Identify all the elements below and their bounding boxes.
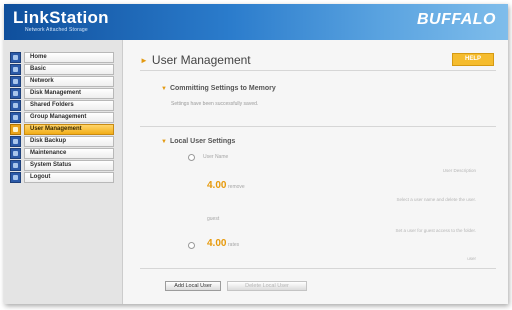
sidebar-item-label: Home (24, 52, 114, 63)
delete-local-user-button[interactable]: Delete Local User (227, 281, 307, 291)
sidebar-item-label: System Status (24, 160, 114, 171)
local-heading-text: Local User Settings (169, 138, 236, 145)
arrow-down-icon: ▼ (161, 85, 167, 92)
hint-text: Select a user name and delete the user. (396, 197, 476, 202)
maintenance-icon (10, 148, 21, 159)
size-unit: remove (228, 184, 245, 190)
arrow-right-icon: ► (140, 55, 148, 65)
sidebar-item-label: Basic (24, 64, 114, 75)
sidebar-item-label: Logout (24, 172, 114, 183)
user-description-label: User Description (442, 168, 476, 173)
backup-icon (10, 136, 21, 147)
basic-icon (10, 64, 21, 75)
sidebar-item-disk-backup[interactable]: Disk Backup (10, 136, 114, 147)
user-name-label: User Name (203, 154, 229, 160)
divider (140, 70, 496, 71)
main-content: ► User Management HELP ▼ Committing Sett… (123, 40, 508, 304)
sidebar-item-user-management[interactable]: User Management (10, 124, 114, 135)
sidebar-item-label: Group Management (24, 112, 114, 123)
sidebar-item-maintenance[interactable]: Maintenance (10, 148, 114, 159)
tail-text: user (467, 256, 476, 261)
sidebar-item-logout[interactable]: Logout (10, 172, 114, 183)
add-local-user-button[interactable]: Add Local User (165, 281, 221, 291)
buffalo-logo: BUFFALO (416, 11, 496, 28)
commit-status-message: Settings have been successfully saved. (171, 101, 259, 107)
sidebar-item-group-management[interactable]: Group Management (10, 112, 114, 123)
sidebar-item-home[interactable]: Home (10, 52, 114, 63)
guest-label: guest (207, 216, 220, 222)
sidebar-item-label: Disk Backup (24, 136, 114, 147)
sidebar-item-disk-management[interactable]: Disk Management (10, 88, 114, 99)
sidebar-item-label: Network (24, 76, 114, 87)
sidebar-item-basic[interactable]: Basic (10, 64, 114, 75)
brand-title: LinkStation (13, 8, 109, 27)
sidebar-item-shared-folders[interactable]: Shared Folders (10, 100, 114, 111)
header-banner: LinkStation Network Attached Storage BUF… (4, 4, 508, 40)
size-value: 4.00 (207, 238, 227, 249)
sidebar-item-label: Maintenance (24, 148, 114, 159)
sidebar-item-network[interactable]: Network (10, 76, 114, 87)
sidebar-item-system-status[interactable]: System Status (10, 160, 114, 171)
page-title: ► User Management (140, 53, 251, 67)
radio-size[interactable] (188, 242, 195, 249)
brand: LinkStation Network Attached Storage (13, 8, 109, 34)
home-icon (10, 52, 21, 63)
committing-section-heading: ▼ Committing Settings to Memory (161, 85, 276, 92)
group-icon (10, 112, 21, 123)
logout-icon (10, 172, 21, 183)
radio-user-name[interactable] (188, 154, 195, 161)
status-icon (10, 160, 21, 171)
network-icon (10, 76, 21, 87)
page-title-text: User Management (151, 53, 251, 67)
committing-heading-text: Committing Settings to Memory (169, 85, 276, 92)
size-value: 4.00 (207, 180, 227, 191)
sidebar-menu: Home Basic Network Disk Management Share… (10, 52, 114, 184)
divider (140, 268, 496, 269)
help-button[interactable]: HELP (452, 53, 494, 66)
local-user-section-heading: ▼ Local User Settings (161, 138, 235, 145)
divider (140, 126, 496, 127)
sidebar-item-label: Disk Management (24, 88, 114, 99)
sidebar-item-label: Shared Folders (24, 100, 114, 111)
sidebar: Home Basic Network Disk Management Share… (4, 40, 123, 304)
user-icon (10, 124, 21, 135)
brand-tagline: Network Attached Storage (25, 27, 88, 33)
app-window: LinkStation Network Attached Storage BUF… (4, 4, 508, 304)
hint-text: Set a user for guest access to the folde… (395, 228, 476, 233)
size-unit: rates (228, 242, 240, 248)
arrow-down-icon: ▼ (161, 138, 167, 145)
disk-icon (10, 88, 21, 99)
sidebar-item-label: User Management (24, 124, 114, 135)
folder-icon (10, 100, 21, 111)
